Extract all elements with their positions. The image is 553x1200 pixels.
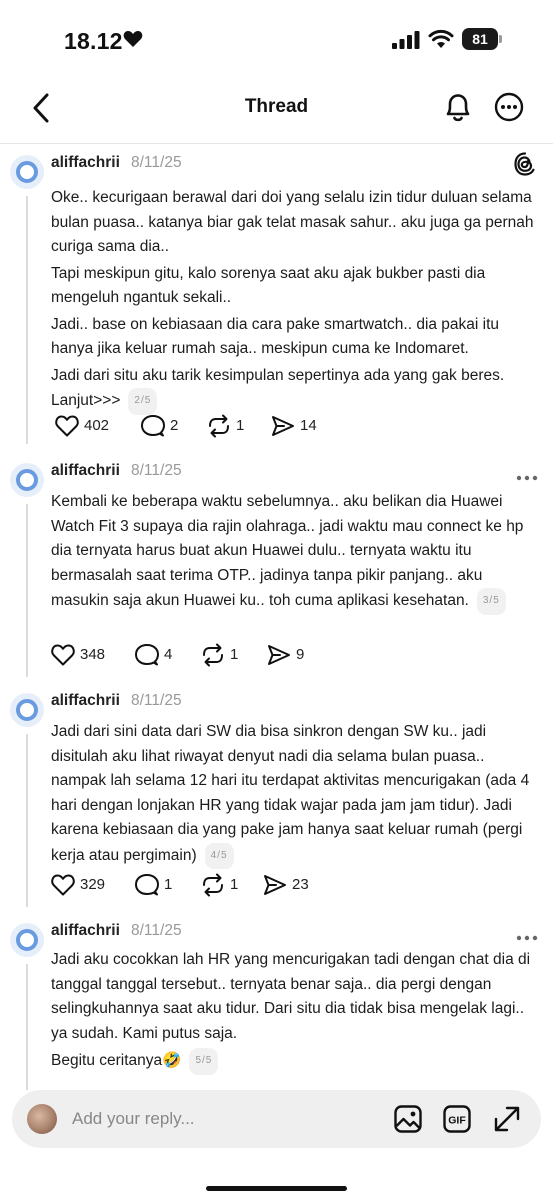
- thread-post: aliffachrii 8/11/25 Jadi dari sini data …: [0, 682, 553, 907]
- like-icon: [51, 644, 75, 666]
- post-paragraph: Begitu ceritanya🤣: [51, 1052, 182, 1069]
- like-count: 348: [80, 646, 106, 663]
- post-text: Oke.. kecurigaan berawal dari doi yang s…: [51, 186, 543, 415]
- share-count: 9: [296, 646, 305, 663]
- username[interactable]: aliffachrii: [51, 462, 120, 480]
- comment-icon: [135, 644, 159, 666]
- post-text: Kembali ke beberapa waktu sebelumnya.. a…: [51, 490, 543, 615]
- post-actions: 402 2 1 14: [54, 414, 344, 438]
- post-paragraph: Kembali ke beberapa waktu sebelumnya.. a…: [51, 493, 524, 609]
- home-indicator: [206, 1186, 347, 1191]
- like-count: 329: [80, 876, 106, 893]
- avatar[interactable]: [10, 155, 44, 189]
- thread-line: [26, 504, 28, 677]
- page-counter: 5/5: [189, 1048, 219, 1075]
- share-icon: [268, 645, 290, 665]
- battery-icon: 81: [462, 28, 502, 50]
- username[interactable]: aliffachrii: [51, 692, 120, 710]
- share-icon: [272, 416, 294, 436]
- post-date: 8/11/25: [131, 154, 182, 171]
- avatar[interactable]: [10, 923, 44, 957]
- more-icon[interactable]: [494, 92, 524, 127]
- post-actions: 329 1 1 23: [50, 873, 340, 897]
- thread-line: [26, 964, 28, 1090]
- thread-post: aliffachrii 8/11/25 Oke.. kecurigaan ber…: [0, 144, 553, 444]
- status-bar: 18.12 81: [0, 0, 553, 80]
- image-icon[interactable]: [393, 1104, 423, 1139]
- comment-count: 2: [170, 417, 179, 434]
- repost-icon: [203, 873, 223, 897]
- post-date: 8/11/25: [131, 922, 182, 939]
- wifi-icon: [428, 29, 454, 54]
- comment-icon: [141, 415, 165, 437]
- reply-input[interactable]: [72, 1104, 372, 1134]
- gif-icon[interactable]: GIF: [442, 1104, 472, 1139]
- repost-icon: [209, 414, 229, 438]
- signal-icon: [392, 31, 420, 54]
- page-counter: 3/5: [476, 588, 506, 615]
- svg-text:GIF: GIF: [448, 1115, 466, 1127]
- like-icon: [51, 874, 75, 896]
- post-paragraph: Oke.. kecurigaan berawal dari doi yang s…: [51, 189, 534, 255]
- thread-line: [26, 734, 28, 907]
- avatar[interactable]: [10, 693, 44, 727]
- repost-count: 1: [230, 646, 239, 663]
- like-icon: [55, 415, 79, 437]
- thread-post: aliffachrii 8/11/25 Jadi aku cocokkan la…: [0, 912, 553, 1090]
- post-text: Jadi aku cocokkan lah HR yang mencurigak…: [51, 948, 543, 1075]
- share-count: 23: [292, 876, 309, 893]
- heart-icon: [123, 30, 143, 53]
- page-counter: 4/5: [204, 842, 234, 869]
- page-counter: 2/5: [128, 388, 158, 415]
- username[interactable]: aliffachrii: [51, 154, 120, 172]
- post-paragraph: Jadi dari situ aku tarik kesimpulan sepe…: [51, 366, 505, 410]
- comment-count: 1: [164, 876, 173, 893]
- post-paragraph: Jadi dari sini data dari SW dia bisa sin…: [51, 723, 530, 864]
- avatar[interactable]: [10, 463, 44, 497]
- expand-icon[interactable]: [492, 1104, 522, 1139]
- post-date: 8/11/25: [131, 692, 182, 709]
- post-actions: 348 4 1 9: [50, 643, 340, 667]
- top-nav: Thread: [0, 80, 553, 140]
- repost-count: 1: [236, 417, 245, 434]
- like-count: 402: [84, 417, 110, 434]
- thread-post: aliffachrii 8/11/25 Kembali ke beberapa …: [0, 452, 553, 677]
- threads-logo-icon: [514, 152, 536, 181]
- post-paragraph: Tapi meskipun gitu, kalo sorenya saat ak…: [51, 264, 486, 307]
- battery-level: 81: [462, 28, 498, 50]
- user-avatar[interactable]: [27, 1104, 57, 1134]
- post-more-icon[interactable]: [516, 468, 538, 486]
- comment-count: 4: [164, 646, 173, 663]
- repost-count: 1: [230, 876, 239, 893]
- comment-icon: [135, 874, 159, 896]
- repost-icon: [203, 643, 223, 667]
- status-time: 18.12: [64, 28, 123, 54]
- post-text: Jadi dari sini data dari SW dia bisa sin…: [51, 720, 543, 869]
- thread-line: [26, 196, 28, 444]
- post-date: 8/11/25: [131, 462, 182, 479]
- bell-icon[interactable]: [442, 90, 474, 129]
- post-paragraph: Jadi.. base on kebiasaan dia cara pake s…: [51, 315, 500, 358]
- share-count: 14: [300, 417, 317, 434]
- reply-bar: GIF: [12, 1090, 541, 1148]
- share-icon: [264, 875, 286, 895]
- post-paragraph: Jadi aku cocokkan lah HR yang mencurigak…: [51, 951, 531, 1042]
- username[interactable]: aliffachrii: [51, 922, 120, 940]
- post-more-icon[interactable]: [516, 928, 538, 946]
